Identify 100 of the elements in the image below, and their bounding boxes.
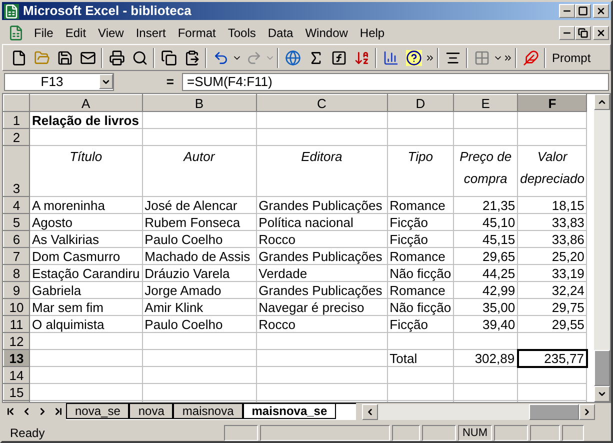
row-header[interactable]: 1 — [4, 112, 30, 128]
cell-text: Romance — [390, 282, 446, 298]
cell-text: Machado de Assis — [144, 248, 250, 264]
select-all-corner[interactable] — [4, 94, 30, 112]
menu-item[interactable]: Insert — [130, 24, 172, 42]
cell-text: Paulo Coelho — [144, 232, 223, 246]
row-header[interactable]: 9 — [4, 282, 30, 298]
status-indicator: NUM — [458, 425, 492, 441]
cell-text: 33,19 — [552, 266, 584, 280]
prompt-button[interactable]: Prompt — [548, 48, 595, 66]
cell-text: Navegar é preciso — [258, 300, 364, 314]
sheet-nav-icon[interactable] — [52, 406, 64, 417]
column-header[interactable]: B — [142, 94, 256, 112]
workbook-icon — [8, 25, 24, 41]
restore-button[interactable] — [575, 26, 591, 40]
sheet-tab[interactable]: nova — [129, 404, 174, 419]
more-icon[interactable] — [425, 52, 435, 62]
scroll-left-icon[interactable] — [365, 406, 375, 416]
cell-text: Ficção — [390, 316, 428, 332]
row-header[interactable]: 6 — [4, 230, 30, 248]
cell-text: Ficção — [390, 232, 428, 246]
cell-text: Não ficção — [390, 300, 452, 314]
menu-item[interactable]: Window — [299, 24, 354, 42]
menu-item[interactable]: View — [92, 24, 130, 42]
sheet-tab[interactable]: maisnova_se — [242, 404, 336, 419]
cell-text: Total — [390, 350, 418, 366]
cell-text: Verdade — [258, 266, 308, 280]
sheet-tab[interactable]: maisnova — [173, 404, 243, 419]
cell-text: Agosto — [32, 214, 72, 230]
row-header[interactable]: 8 — [4, 264, 30, 282]
minimize-button[interactable] — [559, 26, 575, 40]
column-header[interactable]: A — [30, 94, 142, 112]
status-pane — [562, 425, 584, 441]
row-header[interactable]: 12 — [4, 332, 30, 350]
cell-text: 45,10 — [482, 214, 516, 230]
cell-text: Rubem Fonseca — [144, 214, 240, 230]
column-header[interactable]: F — [518, 94, 587, 112]
restore-icon — [578, 28, 588, 38]
row-header[interactable]: 2 — [4, 128, 30, 146]
status-text: Ready — [9, 425, 46, 441]
vertical-scrollbar[interactable] — [594, 94, 610, 402]
cell-text: 45,15 — [482, 232, 516, 246]
sheet-title: Relação de livros — [32, 112, 139, 128]
cell-text: Não ficção — [390, 266, 452, 280]
scroll-up-icon[interactable] — [597, 97, 607, 107]
column-header[interactable]: C — [256, 94, 388, 112]
close-button[interactable] — [593, 4, 609, 18]
cell-text: 235,77 — [544, 350, 584, 366]
name-box[interactable]: F13 — [4, 72, 114, 90]
cell-text: Estação Carandiru — [32, 266, 140, 280]
menu-item[interactable]: Format — [172, 24, 222, 42]
row-header[interactable]: 13 — [4, 350, 30, 366]
cell-text: Rocco — [258, 232, 296, 246]
menu-item[interactable]: File — [28, 24, 60, 42]
scroll-right-icon[interactable] — [582, 406, 592, 416]
row-header[interactable]: 7 — [4, 248, 30, 264]
column-header[interactable]: D — [387, 94, 454, 112]
cell-text: 29,55 — [552, 316, 584, 332]
more-icon[interactable] — [503, 52, 513, 62]
menu-item[interactable]: Edit — [59, 24, 92, 42]
status-pane — [392, 425, 420, 441]
sheet-tab[interactable]: nova_se — [66, 404, 130, 419]
equals-sign: = — [165, 72, 175, 91]
menu-item[interactable]: Data — [262, 24, 300, 42]
scroll-thumb[interactable] — [529, 404, 579, 420]
menu-item[interactable]: Tools — [222, 24, 262, 42]
cell-text: Romance — [390, 198, 446, 212]
sheet-nav-icon[interactable] — [4, 406, 16, 417]
minimize-button[interactable] — [559, 4, 575, 18]
row-header[interactable]: 3 — [4, 146, 30, 196]
column-heading: Tipo — [408, 149, 433, 164]
status-pane — [530, 425, 560, 441]
formula-field[interactable]: =SUM(F4:F11) — [182, 72, 609, 90]
row-header[interactable]: 5 — [4, 214, 30, 230]
close-button[interactable] — [593, 26, 609, 40]
row-header[interactable]: 14 — [4, 366, 30, 384]
column-heading: Valor depreciado — [520, 149, 584, 186]
menu-item[interactable]: Help — [354, 24, 391, 42]
cell-text: As Valkirias — [32, 232, 99, 246]
cell-text: 39,40 — [482, 316, 516, 332]
horizontal-scrollbar[interactable] — [362, 404, 595, 420]
maximize-button[interactable] — [575, 4, 591, 18]
cell-text: Política nacional — [258, 214, 354, 230]
row-header[interactable]: 10 — [4, 298, 30, 316]
status-pane — [494, 425, 528, 441]
cell-text: 18,15 — [552, 198, 584, 212]
cell-text: Romance — [390, 248, 446, 264]
scroll-down-icon[interactable] — [597, 389, 607, 399]
status-pane — [422, 425, 456, 441]
column-header[interactable]: E — [454, 94, 518, 112]
cell-text: 302,89 — [474, 350, 515, 366]
row-header[interactable]: 15 — [4, 384, 30, 400]
cell-text: 32,24 — [552, 282, 584, 298]
column-heading: Título — [70, 149, 102, 164]
scroll-thumb[interactable] — [594, 350, 610, 386]
row-header[interactable]: 11 — [4, 316, 30, 332]
column-heading: Autor — [184, 149, 215, 164]
window-title: Microsoft Excel - biblioteca — [23, 2, 192, 20]
cell-text: Dom Casmurro — [32, 248, 120, 264]
row-header[interactable]: 4 — [4, 196, 30, 214]
